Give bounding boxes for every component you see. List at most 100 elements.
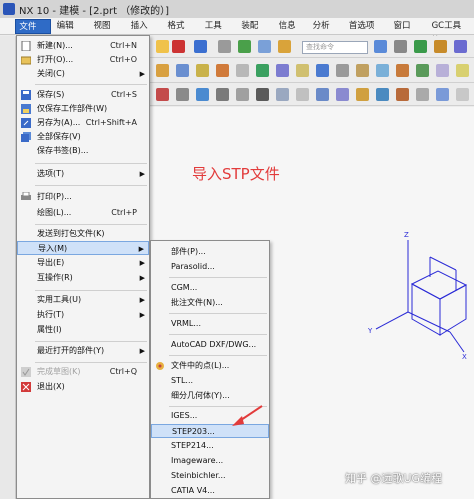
import-item-vrml[interactable]: VRML... xyxy=(151,317,269,331)
import-item-parasolid[interactable]: Parasolid... xyxy=(151,260,269,274)
import-item-steinbichler[interactable]: Steinbichler... xyxy=(151,469,269,483)
submenu-arrow-icon: ▶ xyxy=(139,347,145,355)
pattern-icon[interactable] xyxy=(356,64,369,77)
menu-info[interactable]: 信息(I) xyxy=(276,19,307,46)
import-item-autocad[interactable]: AutoCAD DXF/DWG... xyxy=(151,338,269,352)
endpoint-icon[interactable] xyxy=(196,88,209,101)
import-item-catia-v4[interactable]: CATIA V4... xyxy=(151,484,269,498)
zoom-icon[interactable] xyxy=(316,88,329,101)
midpoint-icon[interactable] xyxy=(216,88,229,101)
import-item-points-from-file[interactable]: 文件中的点(L)... xyxy=(151,359,269,373)
wireframe-icon[interactable] xyxy=(376,88,389,101)
menu-item-save[interactable]: 保存(S) Ctrl+S xyxy=(17,88,149,102)
new-file-icon xyxy=(21,41,31,51)
import-item-stl[interactable]: STL... xyxy=(151,374,269,388)
menu-item-close[interactable]: 关闭(C) ▶ xyxy=(17,67,149,81)
more-icon[interactable] xyxy=(454,40,467,53)
menu-item-import[interactable]: 导入(M) ▶ xyxy=(17,241,149,255)
extrude-icon[interactable] xyxy=(156,64,169,77)
menu-item-export[interactable]: 导出(E) ▶ xyxy=(17,256,149,270)
layer-settings-icon[interactable] xyxy=(436,88,449,101)
svg-text:X: X xyxy=(462,353,467,361)
rotate-view-icon[interactable] xyxy=(336,88,349,101)
menu-bar: 文件(F) 编辑(E) 视图(V) 插入(S) 格式(R) 工具(T) 装配(A… xyxy=(0,18,474,47)
undo-icon[interactable] xyxy=(172,40,185,53)
intersect-icon[interactable] xyxy=(436,64,449,77)
menu-item-send-to-package[interactable]: 发送到打包文件(K) xyxy=(17,227,149,241)
shell-icon[interactable] xyxy=(316,64,329,77)
sketch-icon[interactable] xyxy=(456,64,469,77)
menu-item-execute[interactable]: 执行(T) ▶ xyxy=(17,308,149,322)
menu-item-save-as[interactable]: 另存为(A)... Ctrl+Shift+A xyxy=(17,116,149,130)
menu-item-open[interactable]: 打开(O)... Ctrl+O xyxy=(17,53,149,67)
svg-text:Y: Y xyxy=(367,327,373,335)
finish-sketch-icon xyxy=(21,367,31,377)
save-work-part-icon xyxy=(21,104,31,114)
selection-box-icon[interactable] xyxy=(296,88,309,101)
chamfer-icon[interactable] xyxy=(296,64,309,77)
menu-item-interop[interactable]: 互操作(R) ▶ xyxy=(17,271,149,285)
menu-item-save-bookmark[interactable]: 保存书签(B)... xyxy=(17,144,149,158)
select-icon[interactable] xyxy=(156,40,169,53)
import-item-annotation-file[interactable]: 批注文件(N)... xyxy=(151,296,269,310)
block-icon[interactable] xyxy=(196,64,209,77)
menu-item-save-work-part[interactable]: 仅保存工作部件(W) xyxy=(17,102,149,116)
menu-insert[interactable]: 插入(S) xyxy=(128,19,162,46)
menu-item-save-all[interactable]: 全部保存(V) xyxy=(17,130,149,144)
arc-icon[interactable] xyxy=(256,88,269,101)
import-item-part[interactable]: 部件(P)... xyxy=(151,245,269,259)
repeat-command-icon[interactable] xyxy=(278,40,291,53)
menu-item-recent-parts[interactable]: 最近打开的部件(Y) ▶ xyxy=(17,344,149,358)
filter-icon[interactable] xyxy=(176,88,189,101)
view-orient-icon[interactable] xyxy=(416,88,429,101)
window-icon[interactable] xyxy=(394,40,407,53)
cut-icon[interactable] xyxy=(218,40,231,53)
tool-icon[interactable] xyxy=(434,40,447,53)
datum-icon[interactable] xyxy=(256,64,269,77)
revolve-icon[interactable] xyxy=(176,64,189,77)
import-item-imageware[interactable]: Imageware... xyxy=(151,454,269,468)
section-view-icon[interactable] xyxy=(396,88,409,101)
print-icon xyxy=(21,192,31,202)
menu-preferences[interactable]: 首选项(P) xyxy=(346,19,388,46)
shaded-icon[interactable] xyxy=(356,88,369,101)
menu-item-properties[interactable]: 属性(I) xyxy=(17,323,149,337)
cylinder-icon[interactable] xyxy=(216,64,229,77)
copy-icon[interactable] xyxy=(238,40,251,53)
menu-gc-toolbox[interactable]: GC工具箱 xyxy=(429,19,471,46)
curve-icon[interactable] xyxy=(236,88,249,101)
menu-edit[interactable]: 编辑(E) xyxy=(54,19,88,46)
layer-icon[interactable] xyxy=(414,40,427,53)
command-search-input[interactable]: 查找命令 xyxy=(302,41,368,54)
mirror-icon[interactable] xyxy=(376,64,389,77)
menu-tools[interactable]: 工具(T) xyxy=(202,19,236,46)
snap-point-icon[interactable] xyxy=(156,88,169,101)
import-item-step214[interactable]: STEP214... xyxy=(151,439,269,453)
menu-item-new[interactable]: 新建(N)... Ctrl+N xyxy=(17,39,149,53)
menu-assembly[interactable]: 装配(A) xyxy=(238,19,272,46)
hole-icon[interactable] xyxy=(236,64,249,77)
edge-blend-icon[interactable] xyxy=(276,64,289,77)
menu-file[interactable]: 文件(F) xyxy=(15,18,51,47)
redo-icon[interactable] xyxy=(194,40,207,53)
trim-body-icon[interactable] xyxy=(336,64,349,77)
display-icon[interactable] xyxy=(456,88,469,101)
menu-window[interactable]: 窗口(O) xyxy=(391,19,426,46)
menu-item-exit[interactable]: 退出(X) xyxy=(17,380,149,394)
menu-format[interactable]: 格式(R) xyxy=(164,19,198,46)
line-icon[interactable] xyxy=(276,88,289,101)
menu-item-plot[interactable]: 绘图(L)... Ctrl+P xyxy=(17,206,149,220)
menu-analysis[interactable]: 分析(L) xyxy=(310,19,343,46)
menu-item-options[interactable]: 选项(T) ▶ xyxy=(17,167,149,181)
toolbar-feature xyxy=(150,59,474,83)
menu-item-print[interactable]: 打印(P)... xyxy=(17,190,149,204)
unite-icon[interactable] xyxy=(396,64,409,77)
paste-icon[interactable] xyxy=(258,40,271,53)
submenu-arrow-icon: ▶ xyxy=(139,296,145,304)
menu-view[interactable]: 视图(V) xyxy=(90,19,124,46)
import-item-faceted-geometry[interactable]: 细分几何体(Y)... xyxy=(151,389,269,403)
menu-item-utilities[interactable]: 实用工具(U) ▶ xyxy=(17,293,149,307)
help-icon[interactable] xyxy=(374,40,387,53)
import-item-cgm[interactable]: CGM... xyxy=(151,281,269,295)
subtract-icon[interactable] xyxy=(416,64,429,77)
